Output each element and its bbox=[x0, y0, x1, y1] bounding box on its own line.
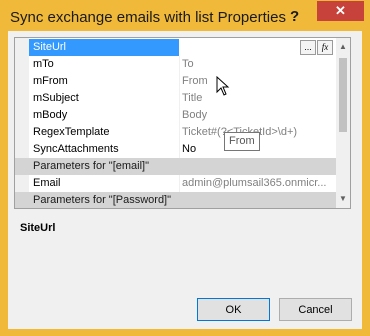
category-label: Parameters for "[Password]" bbox=[33, 194, 172, 206]
property-name: SiteUrl bbox=[29, 39, 179, 56]
cell-separator bbox=[179, 56, 180, 73]
scroll-down-icon[interactable]: ▼ bbox=[339, 194, 347, 203]
title-bar: Sync exchange emails with list Propertie… bbox=[0, 0, 370, 34]
property-row-mbody[interactable]: mBody Body bbox=[15, 107, 336, 124]
property-value[interactable]: Title bbox=[182, 90, 336, 107]
value-tooltip: From bbox=[224, 132, 260, 151]
property-row-mto[interactable]: mTo To bbox=[15, 56, 336, 73]
description-title: SiteUrl bbox=[20, 222, 56, 234]
property-name: Email bbox=[33, 177, 61, 189]
close-icon: ✕ bbox=[335, 3, 346, 18]
category-password[interactable]: Parameters for "[Password]" bbox=[15, 192, 336, 208]
ellipsis-button[interactable]: ... bbox=[300, 40, 316, 55]
cell-separator bbox=[179, 90, 180, 107]
category-email[interactable]: Parameters for "[email]" bbox=[15, 158, 336, 175]
property-row-msubject[interactable]: mSubject Title bbox=[15, 90, 336, 107]
property-row-regextemplate[interactable]: RegexTemplate Ticket#(?<TicketId>\d+) bbox=[15, 124, 336, 141]
property-row-siteurl[interactable]: SiteUrl ... fx bbox=[15, 39, 336, 56]
property-name: RegexTemplate bbox=[33, 126, 110, 138]
fx-button[interactable]: fx bbox=[317, 40, 333, 55]
property-value[interactable]: From bbox=[182, 73, 336, 90]
grid-vertical-scrollbar[interactable]: ▲ ▼ bbox=[336, 38, 350, 208]
property-name: mTo bbox=[33, 58, 54, 70]
property-row-syncattachments[interactable]: SyncAttachments No bbox=[15, 141, 336, 158]
cell-separator bbox=[179, 124, 180, 141]
cell-separator bbox=[179, 107, 180, 124]
property-name: SyncAttachments bbox=[33, 143, 119, 155]
property-grid: SiteUrl ... fx mTo To mFrom From mSubjec… bbox=[14, 37, 351, 209]
cell-separator bbox=[179, 141, 180, 158]
scroll-thumb[interactable] bbox=[339, 58, 347, 132]
dialog-client-area: SiteUrl ... fx mTo To mFrom From mSubjec… bbox=[8, 31, 362, 329]
description-panel bbox=[14, 209, 351, 279]
cell-separator bbox=[179, 73, 180, 90]
window-title: Sync exchange emails with list Propertie… bbox=[10, 9, 286, 26]
property-value[interactable]: To bbox=[182, 56, 336, 73]
category-label: Parameters for "[email]" bbox=[33, 160, 150, 172]
properties-dialog: Sync exchange emails with list Propertie… bbox=[0, 0, 370, 336]
property-name: mSubject bbox=[33, 92, 79, 104]
help-button[interactable]: ? bbox=[290, 8, 299, 25]
property-row-mfrom[interactable]: mFrom From bbox=[15, 73, 336, 90]
ok-button[interactable]: OK bbox=[197, 298, 270, 321]
cell-separator bbox=[179, 175, 180, 192]
property-name: mBody bbox=[33, 109, 68, 121]
scroll-up-icon[interactable]: ▲ bbox=[339, 42, 347, 51]
close-button[interactable]: ✕ bbox=[317, 1, 364, 21]
property-value[interactable]: Body bbox=[182, 107, 336, 124]
cancel-button[interactable]: Cancel bbox=[279, 298, 352, 321]
property-name: mFrom bbox=[33, 75, 68, 87]
property-row-email[interactable]: Email admin@plumsail365.onmicr... bbox=[15, 175, 336, 192]
property-value[interactable]: admin@plumsail365.onmicr... bbox=[182, 175, 336, 192]
mouse-cursor-icon bbox=[216, 76, 230, 96]
